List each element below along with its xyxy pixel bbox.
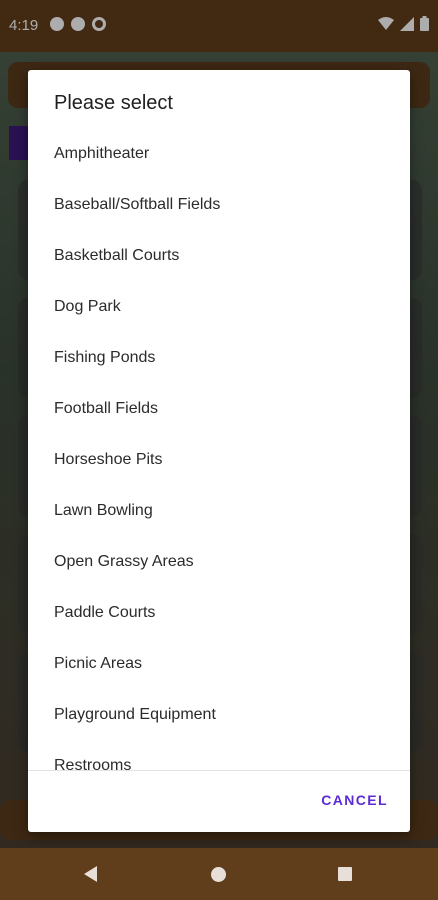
- dialog-title: Please select: [54, 92, 173, 114]
- list-item[interactable]: Paddle Courts: [28, 587, 410, 638]
- select-dialog: Please select Amphitheater Baseball/Soft…: [28, 70, 410, 832]
- list-item[interactable]: Baseball/Softball Fields: [28, 179, 410, 230]
- list-item[interactable]: Dog Park: [28, 281, 410, 332]
- list-item[interactable]: Fishing Ponds: [28, 332, 410, 383]
- dialog-divider: [28, 770, 410, 771]
- list-item[interactable]: Playground Equipment: [28, 689, 410, 740]
- list-item[interactable]: Lawn Bowling: [28, 485, 410, 536]
- list-item[interactable]: Basketball Courts: [28, 230, 410, 281]
- recents-icon[interactable]: [338, 867, 352, 881]
- navigation-bar: [0, 848, 438, 900]
- list-item[interactable]: Picnic Areas: [28, 638, 410, 689]
- list-item[interactable]: Open Grassy Areas: [28, 536, 410, 587]
- back-icon[interactable]: [84, 866, 97, 882]
- list-item[interactable]: Football Fields: [28, 383, 410, 434]
- list-item[interactable]: Horseshoe Pits: [28, 434, 410, 485]
- cancel-button[interactable]: CANCEL: [321, 792, 388, 808]
- list-item[interactable]: Amphitheater: [28, 128, 410, 179]
- home-icon[interactable]: [211, 867, 226, 882]
- list-item[interactable]: Restrooms: [28, 740, 410, 770]
- option-list[interactable]: Amphitheater Baseball/Softball Fields Ba…: [28, 128, 410, 770]
